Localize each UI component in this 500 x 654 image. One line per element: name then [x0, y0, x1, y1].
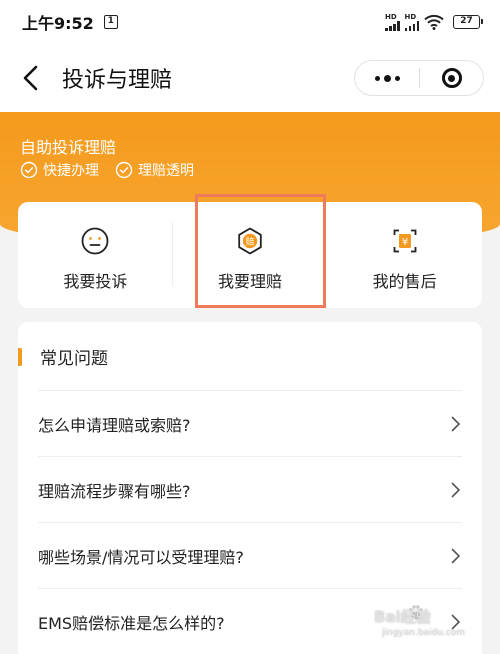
face-icon — [81, 227, 109, 255]
dot-icon — [394, 75, 400, 81]
claim-button[interactable]: 赔 我要理赔 — [173, 202, 328, 308]
action-label: 我要理赔 — [218, 272, 283, 291]
after-sales-icon: ¥ — [393, 229, 417, 253]
svg-text:赔: 赔 — [246, 236, 255, 247]
more-options-button[interactable] — [355, 61, 419, 95]
faq-question: 哪些场景/情况可以受理理赔? — [38, 547, 244, 567]
after-sales-button[interactable]: ¥ 我的售后 — [327, 202, 482, 308]
signal-hd-label: HD — [385, 13, 397, 21]
signal-hd-label: HD — [404, 13, 417, 21]
check-circle-icon — [20, 161, 38, 179]
tag-transparent: 理赔透明 — [115, 160, 194, 180]
dot-icon — [374, 75, 380, 81]
banner-title: 自助投诉理赔 — [20, 138, 117, 157]
check-circle-icon — [115, 161, 133, 179]
complaint-button[interactable]: 我要投诉 — [18, 202, 173, 308]
faq-question: EMS赔偿标准是怎么样的? — [38, 613, 225, 633]
chevron-right-icon — [451, 481, 461, 498]
status-time: 上午9:52 — [22, 14, 94, 33]
faq-item[interactable]: 怎么申请理赔或索赔? — [38, 390, 462, 456]
dot-icon — [383, 74, 391, 82]
banner-tags: 快捷办理 理赔透明 — [20, 160, 194, 180]
section-accent-bar — [18, 347, 22, 366]
chevron-right-icon — [451, 415, 461, 432]
action-label: 我要投诉 — [63, 272, 128, 291]
watermark: Bai经验 jingyan.baidu.com — [336, 600, 486, 644]
faq-title: 常见问题 — [40, 349, 108, 369]
chevron-right-icon — [451, 547, 461, 564]
action-card: 我要投诉 赔 我要理赔 ¥ 我的售后 — [18, 202, 482, 308]
action-divider — [172, 222, 173, 286]
faq-question: 怎么申请理赔或索赔? — [38, 415, 191, 435]
nav-bar: 投诉与理赔 — [0, 44, 500, 112]
faq-item[interactable]: 理赔流程步骤有哪些? — [38, 456, 462, 522]
wifi-icon — [424, 14, 444, 30]
sim-indicator-icon: 1 — [103, 15, 118, 29]
signal-icon: HD — [404, 13, 419, 31]
target-circle-icon — [441, 68, 462, 88]
watermark-url: jingyan.baidu.com — [382, 628, 466, 638]
page-title: 投诉与理赔 — [62, 68, 173, 93]
back-arrow-icon[interactable] — [18, 64, 46, 92]
tag-label: 快捷办理 — [43, 163, 99, 179]
battery-icon: 27 — [453, 15, 483, 29]
status-bar: 上午9:52 1 HD HD 27 — [0, 0, 500, 44]
svg-text:¥: ¥ — [401, 237, 407, 248]
close-miniprogram-button[interactable] — [420, 68, 483, 88]
miniprogram-capsule — [354, 60, 484, 96]
signal-icon: HD — [385, 13, 400, 31]
tag-fast: 快捷办理 — [20, 160, 99, 180]
faq-question: 理赔流程步骤有哪些? — [38, 481, 191, 501]
claim-badge-icon: 赔 — [238, 227, 262, 255]
faq-header: 常见问题 — [18, 344, 108, 369]
action-label: 我的售后 — [372, 272, 437, 291]
tag-label: 理赔透明 — [138, 163, 194, 179]
faq-item[interactable]: 哪些场景/情况可以受理理赔? — [38, 522, 462, 588]
status-icons: HD HD 27 — [385, 13, 483, 31]
watermark-brand: Bai经验 — [374, 608, 431, 626]
